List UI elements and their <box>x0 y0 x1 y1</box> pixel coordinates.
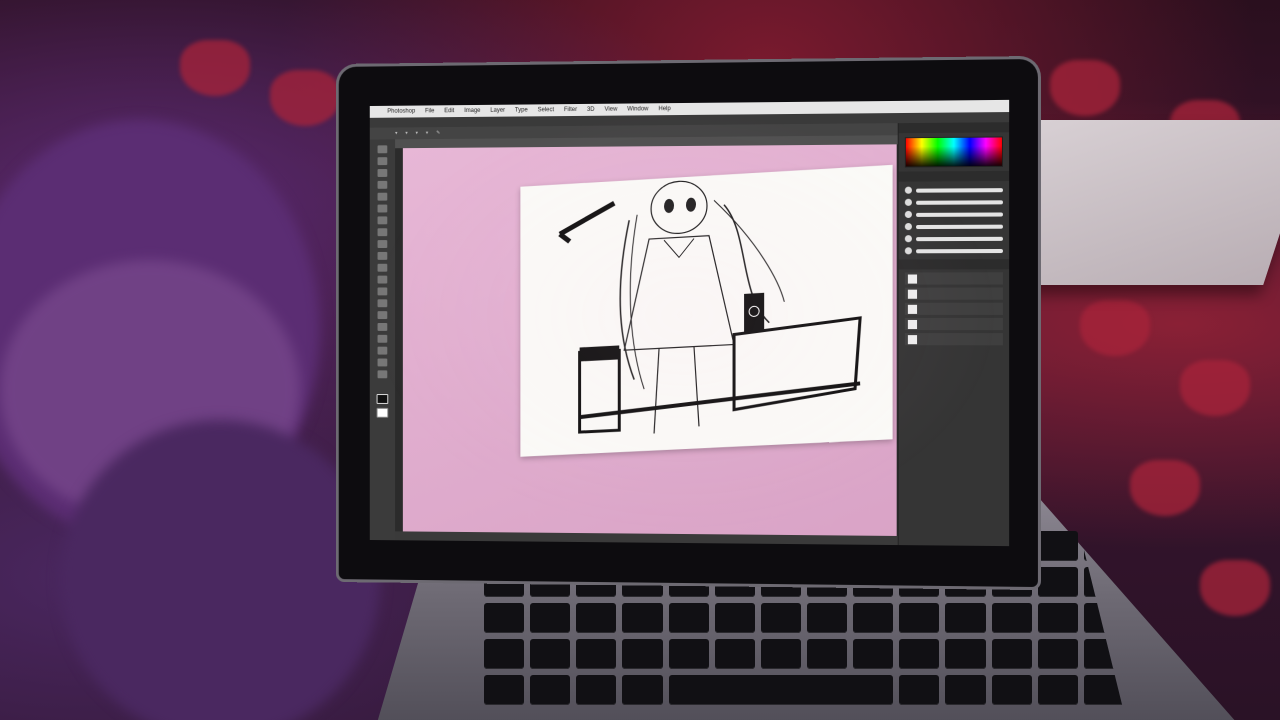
pasteboard <box>402 144 897 545</box>
menu-item[interactable]: Filter <box>564 107 577 113</box>
girl-sketch <box>520 180 892 457</box>
menu-item[interactable]: Type <box>515 107 528 113</box>
airbrush-icon[interactable]: ✎ <box>436 130 440 136</box>
layer-item[interactable] <box>904 287 1003 300</box>
menu-item[interactable]: Edit <box>444 108 454 114</box>
eyedropper-tool-icon[interactable] <box>377 204 388 213</box>
layers-panel-header[interactable] <box>898 259 1010 270</box>
mode-dropdown[interactable]: ▾ <box>405 130 407 136</box>
right-panels <box>897 122 1010 547</box>
heart-pattern <box>1050 60 1120 116</box>
healing-tool-icon[interactable] <box>377 216 388 225</box>
marquee-tool-icon[interactable] <box>377 157 388 166</box>
heart-pattern <box>1080 300 1150 356</box>
menu-item[interactable]: Photoshop <box>387 109 415 115</box>
shape-tool-icon[interactable] <box>377 346 388 355</box>
brush-preset[interactable] <box>904 223 1003 231</box>
layer-item[interactable] <box>904 272 1003 285</box>
crop-tool-icon[interactable] <box>377 192 388 201</box>
layer-item[interactable] <box>904 317 1003 331</box>
laptop-screen: Photoshop File Edit Image Layer Type Sel… <box>369 99 1010 547</box>
menu-item[interactable]: View <box>605 107 618 113</box>
path-select-tool-icon[interactable] <box>377 334 388 343</box>
drawing-canvas[interactable] <box>520 164 893 457</box>
heart-pattern <box>1200 560 1270 616</box>
lasso-tool-icon[interactable] <box>377 169 388 177</box>
type-tool-icon[interactable] <box>377 323 388 331</box>
laptop-lid: Photoshop File Edit Image Layer Type Sel… <box>338 58 1038 588</box>
brush-preset[interactable] <box>904 210 1003 218</box>
hand-tool-icon[interactable] <box>377 358 388 367</box>
brush-tool-icon[interactable] <box>377 228 388 237</box>
heart-pattern <box>1130 460 1200 516</box>
dodge-tool-icon[interactable] <box>377 299 388 308</box>
brushes-panel-header[interactable] <box>898 170 1010 182</box>
brush-preset-icon[interactable]: ▾ <box>395 130 397 136</box>
brush-preset[interactable] <box>904 235 1003 243</box>
menu-item[interactable]: File <box>425 108 434 114</box>
eraser-tool-icon[interactable] <box>377 263 388 272</box>
flow-control[interactable]: ▾ <box>426 130 428 136</box>
stamp-tool-icon[interactable] <box>377 240 388 249</box>
opacity-control[interactable]: ▾ <box>416 130 418 136</box>
menu-item[interactable]: Layer <box>490 108 505 114</box>
color-panel-header[interactable] <box>898 122 1010 134</box>
tools-panel <box>369 139 396 547</box>
layer-item[interactable] <box>904 302 1003 315</box>
photo-scene: Photoshop File Edit Image Layer Type Sel… <box>0 0 1280 720</box>
color-picker[interactable] <box>904 136 1003 168</box>
heart-pattern <box>1180 360 1250 416</box>
gradient-tool-icon[interactable] <box>377 275 388 284</box>
foreground-color-swatch[interactable] <box>376 394 389 404</box>
menu-item[interactable]: Help <box>658 106 670 112</box>
move-tool-icon[interactable] <box>377 145 388 154</box>
brush-preset[interactable] <box>904 198 1003 206</box>
menu-item[interactable]: Select <box>538 107 554 113</box>
history-brush-tool-icon[interactable] <box>377 251 388 260</box>
heart-pattern <box>270 70 340 126</box>
quick-select-tool-icon[interactable] <box>377 180 388 189</box>
layer-item[interactable] <box>904 333 1003 346</box>
brush-preset[interactable] <box>904 186 1003 194</box>
zoom-tool-icon[interactable] <box>377 370 388 379</box>
heart-pattern <box>180 40 250 96</box>
purple-blanket-fold <box>60 420 380 720</box>
background-color-swatch[interactable] <box>376 407 389 418</box>
menu-item[interactable]: Window <box>627 106 648 112</box>
menu-item[interactable]: Image <box>464 108 480 114</box>
menu-item[interactable]: 3D <box>587 107 595 113</box>
blur-tool-icon[interactable] <box>377 287 388 296</box>
pen-tool-icon[interactable] <box>377 311 388 320</box>
brush-preset[interactable] <box>904 247 1003 255</box>
